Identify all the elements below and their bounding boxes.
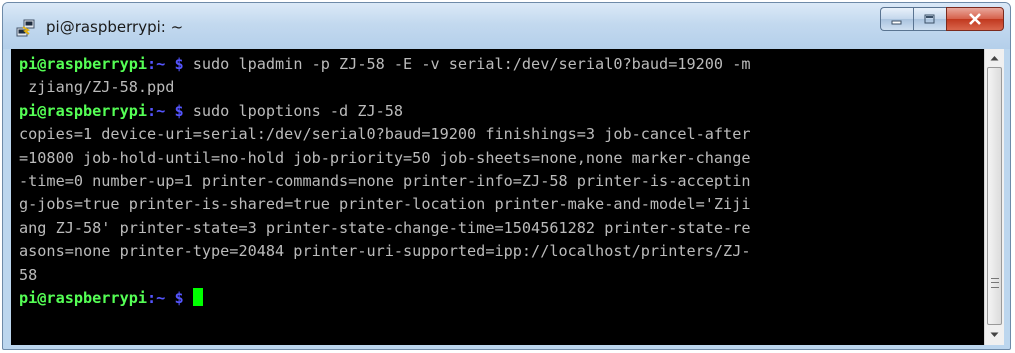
scroll-down-arrow-icon xyxy=(990,331,999,341)
terminal-text: zjiang/ZJ-58.ppd xyxy=(19,78,175,97)
close-button[interactable] xyxy=(946,7,1004,31)
terminal-text: sudo lpadmin -p ZJ-58 -E -v serial:/dev/… xyxy=(192,55,751,73)
prompt-path: :~ $ xyxy=(147,55,193,73)
terminal-line: asons=none printer-type=20484 printer-ur… xyxy=(19,242,751,260)
terminal-text: asons=none printer-type=20484 printer-ur… xyxy=(19,242,751,261)
putty-window: pi@raspberrypi: ~ pi@raspberrypi:~ $ sud… xyxy=(2,2,1011,350)
terminal-text: copies=1 device-uri=serial:/dev/serial0?… xyxy=(19,125,751,144)
scrollbar-thumb[interactable] xyxy=(987,67,1002,325)
vertical-scrollbar[interactable] xyxy=(984,49,1004,345)
terminal-line: 58 xyxy=(19,266,37,284)
prompt-user-host: pi@raspberrypi xyxy=(19,101,148,120)
terminal-text: ang ZJ-58' printer-state=3 printer-state… xyxy=(19,218,751,237)
scroll-down-button[interactable] xyxy=(986,327,1003,344)
minimize-button[interactable] xyxy=(880,7,913,31)
prompt-path: :~ $ xyxy=(147,289,193,308)
maximize-icon xyxy=(924,10,936,29)
text-cursor xyxy=(192,288,203,307)
terminal-text: 58 xyxy=(19,265,38,284)
title-bar[interactable]: pi@raspberrypi: ~ xyxy=(3,3,1010,49)
prompt-user-host: pi@raspberrypi xyxy=(19,55,148,73)
terminal-screen[interactable]: pi@raspberrypi:~ $ sudo lpadmin -p ZJ-58… xyxy=(11,49,984,345)
prompt-path: :~ $ xyxy=(147,101,193,120)
minimize-icon xyxy=(891,10,903,29)
terminal-output: pi@raspberrypi:~ $ sudo lpadmin -p ZJ-58… xyxy=(19,53,751,310)
scroll-up-button[interactable] xyxy=(986,50,1003,67)
terminal-line: copies=1 device-uri=serial:/dev/serial0?… xyxy=(19,125,751,143)
terminal-line: zjiang/ZJ-58.ppd xyxy=(19,78,174,96)
terminal-text: =10800 job-hold-until=no-hold job-priori… xyxy=(19,148,751,167)
scroll-up-arrow-icon xyxy=(990,54,999,64)
terminal-line: ang ZJ-58' printer-state=3 printer-state… xyxy=(19,219,751,237)
terminal-text: -time=0 number-up=1 printer-commands=non… xyxy=(19,172,751,191)
grip-icon xyxy=(991,278,999,288)
terminal-text: sudo lpoptions -d ZJ-58 xyxy=(192,101,404,120)
terminal-line: pi@raspberrypi:~ $ sudo lpadmin -p ZJ-58… xyxy=(19,55,751,73)
window-title: pi@raspberrypi: ~ xyxy=(46,18,184,36)
terminal-line: g-jobs=true printer-is-shared=true print… xyxy=(19,195,751,213)
terminal-line: pi@raspberrypi:~ $ sudo lpoptions -d ZJ-… xyxy=(19,102,403,120)
terminal-text: g-jobs=true printer-is-shared=true print… xyxy=(19,195,751,214)
terminal-line: pi@raspberrypi:~ $ xyxy=(19,288,203,308)
putty-icon[interactable] xyxy=(16,18,36,38)
maximize-button[interactable] xyxy=(913,7,946,31)
terminal-line: =10800 job-hold-until=no-hold job-priori… xyxy=(19,149,751,167)
close-icon xyxy=(968,10,982,29)
terminal-line: -time=0 number-up=1 printer-commands=non… xyxy=(19,172,751,190)
window-controls xyxy=(880,7,1004,31)
prompt-user-host: pi@raspberrypi xyxy=(19,289,148,308)
